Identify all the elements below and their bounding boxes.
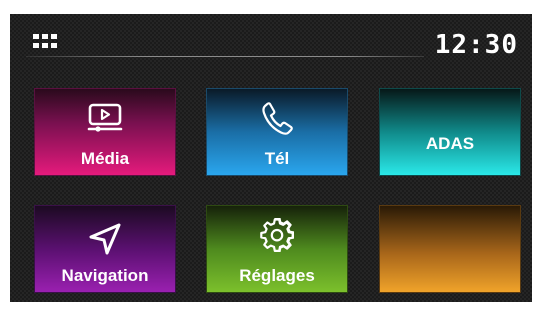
tile-navigation-label: Navigation — [61, 266, 149, 285]
media-play-icon — [87, 103, 123, 132]
grid-icon[interactable] — [33, 34, 57, 48]
tile-navigation[interactable]: Navigation — [34, 205, 176, 293]
tile-empty[interactable] — [379, 205, 521, 293]
divider — [26, 56, 424, 57]
clock: 12:30 — [434, 30, 518, 60]
car-infotainment-screen: 12:30 Média Tél ADAS Navigation Réglages — [10, 14, 532, 302]
gear-icon — [260, 218, 294, 252]
tile-phone[interactable]: Tél — [206, 88, 348, 176]
navigation-arrow-icon — [89, 223, 121, 255]
tile-adas-label: ADAS — [425, 134, 475, 153]
tile-media[interactable]: Média — [34, 88, 176, 176]
tile-phone-label: Tél — [264, 149, 290, 168]
tile-media-label: Média — [80, 149, 130, 168]
status-bar: 12:30 — [10, 14, 532, 76]
phone-icon — [262, 102, 293, 135]
tile-adas[interactable]: ADAS — [379, 88, 521, 176]
tile-settings-label: Réglages — [239, 266, 315, 285]
tile-settings[interactable]: Réglages — [206, 205, 348, 293]
